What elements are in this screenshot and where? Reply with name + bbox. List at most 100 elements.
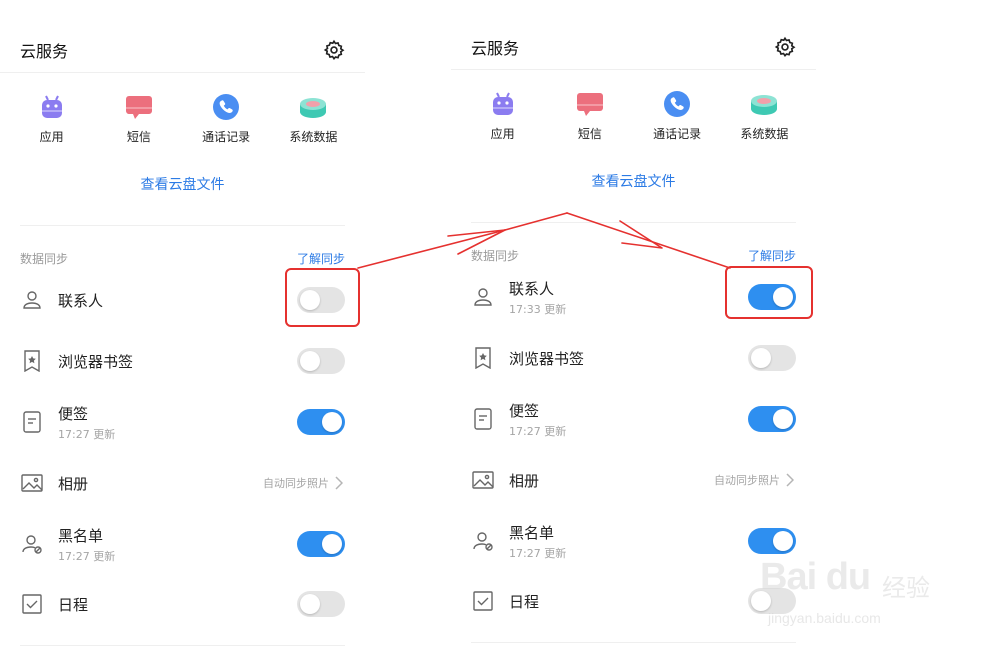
toggle-knob — [773, 531, 793, 551]
sync-row-notes: 便签 17:27 更新 — [20, 400, 345, 444]
android-icon — [488, 89, 518, 119]
chevron-right-icon — [786, 473, 796, 487]
category-apps[interactable]: 应用 — [463, 89, 543, 142]
toggle-knob — [322, 412, 342, 432]
divider — [20, 225, 345, 226]
annotation-box-before — [285, 268, 360, 327]
message-icon — [575, 89, 605, 119]
last-updated: 17:27 更新 — [509, 546, 567, 560]
bookmark-icon — [471, 346, 495, 370]
note-icon — [20, 410, 44, 434]
toggle-knob — [751, 348, 771, 368]
sync-section-header: 数据同步 了解同步 — [471, 247, 796, 264]
category-label: 系统数据 — [740, 127, 789, 141]
database-icon — [749, 89, 779, 119]
learn-sync-link[interactable]: 了解同步 — [297, 250, 345, 267]
learn-sync-link[interactable]: 了解同步 — [748, 247, 796, 264]
category-label: 应用 — [39, 130, 64, 144]
android-icon — [37, 92, 67, 122]
row-label: 便签 — [58, 404, 89, 423]
category-system-data[interactable]: 系统数据 — [273, 92, 353, 145]
last-updated: 17:27 更新 — [58, 427, 116, 441]
toggle-knob — [300, 594, 320, 614]
photo-icon — [471, 468, 495, 492]
sync-row-album[interactable]: 相册 自动同步照片 — [20, 461, 345, 505]
row-label: 黑名单 — [58, 526, 104, 545]
row-label: 相册 — [58, 474, 89, 493]
message-icon — [124, 92, 154, 122]
last-updated: 17:27 更新 — [58, 549, 116, 563]
bookmarks-sync-toggle[interactable] — [297, 348, 345, 374]
page-title: 云服务 — [471, 39, 520, 58]
sync-row-calendar: 日程 — [471, 579, 796, 623]
gear-icon[interactable] — [774, 36, 796, 58]
blacklist-sync-toggle[interactable] — [297, 531, 345, 557]
category-messages[interactable]: 短信 — [550, 89, 630, 142]
notes-sync-toggle[interactable] — [748, 406, 796, 432]
row-label: 联系人 — [58, 291, 104, 310]
category-label: 短信 — [577, 127, 602, 141]
category-messages[interactable]: 短信 — [99, 92, 179, 145]
phone-icon — [211, 92, 241, 122]
blacklist-sync-toggle[interactable] — [748, 528, 796, 554]
view-cloud-files-link[interactable]: 查看云盘文件 — [0, 174, 365, 194]
contact-icon — [20, 288, 44, 312]
last-updated: 17:27 更新 — [509, 424, 567, 438]
sync-row-bookmarks: 浏览器书签 — [20, 339, 345, 383]
row-label: 浏览器书签 — [509, 349, 585, 368]
row-label: 便签 — [509, 401, 540, 420]
watermark-logo: Bai du — [760, 556, 871, 598]
row-label: 浏览器书签 — [58, 352, 134, 371]
divider — [20, 645, 345, 646]
sync-row-album[interactable]: 相册 自动同步照片 — [471, 458, 796, 502]
toggle-knob — [300, 351, 320, 371]
category-call-log[interactable]: 通话记录 — [186, 92, 266, 145]
bookmarks-sync-toggle[interactable] — [748, 345, 796, 371]
watermark-brand: 经验 — [882, 574, 930, 602]
row-label: 日程 — [58, 595, 89, 614]
calendar-icon — [471, 589, 495, 613]
sync-row-bookmarks: 浏览器书签 — [471, 336, 796, 380]
category-system-data[interactable]: 系统数据 — [724, 89, 804, 142]
category-apps[interactable]: 应用 — [12, 92, 92, 145]
category-label: 通话记录 — [653, 127, 702, 141]
calendar-icon — [20, 592, 44, 616]
sync-section-title: 数据同步 — [20, 252, 69, 266]
note-icon — [471, 407, 495, 431]
sync-row-calendar: 日程 — [20, 582, 345, 626]
header: 云服务 — [20, 30, 345, 70]
page-title: 云服务 — [20, 42, 69, 61]
header: 云服务 — [471, 27, 796, 67]
category-label: 通话记录 — [202, 130, 251, 144]
blacklist-icon — [20, 532, 44, 556]
toggle-knob — [773, 409, 793, 429]
backup-categories: 应用 短信 通话记录 系统数据 — [451, 89, 816, 142]
divider — [471, 642, 796, 643]
row-label: 黑名单 — [509, 523, 555, 542]
calendar-sync-toggle[interactable] — [297, 591, 345, 617]
annotation-box-after — [725, 266, 813, 319]
divider — [471, 222, 796, 223]
watermark-url: jingyan.baidu.com — [768, 610, 881, 626]
last-updated: 17:33 更新 — [509, 302, 567, 316]
row-label: 日程 — [509, 592, 540, 611]
row-label: 相册 — [509, 471, 540, 490]
divider — [0, 72, 365, 73]
gear-icon[interactable] — [323, 39, 345, 61]
category-label: 短信 — [126, 130, 151, 144]
sync-row-blacklist: 黑名单 17:27 更新 — [471, 519, 796, 563]
backup-categories: 应用 短信 通话记录 系统数据 — [0, 92, 365, 145]
view-cloud-files-link[interactable]: 查看云盘文件 — [451, 171, 816, 191]
auto-sync-photos-text: 自动同步照片 — [714, 474, 780, 487]
notes-sync-toggle[interactable] — [297, 409, 345, 435]
bookmark-icon — [20, 349, 44, 373]
phone-icon — [662, 89, 692, 119]
contact-icon — [471, 285, 495, 309]
sync-section-header: 数据同步 了解同步 — [20, 250, 345, 267]
auto-sync-photos-text: 自动同步照片 — [263, 477, 329, 490]
photo-icon — [20, 471, 44, 495]
sync-row-blacklist: 黑名单 17:27 更新 — [20, 522, 345, 566]
row-label: 联系人 — [509, 279, 555, 298]
chevron-right-icon — [335, 476, 345, 490]
category-call-log[interactable]: 通话记录 — [637, 89, 717, 142]
